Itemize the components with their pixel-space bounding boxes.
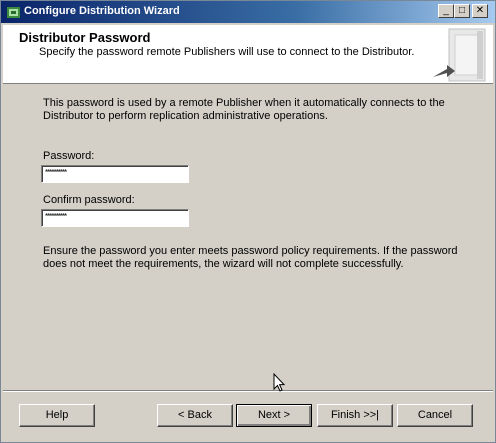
wizard-content: This password is used by a remote Publis… — [1, 85, 495, 385]
help-button[interactable]: Help — [19, 404, 95, 427]
confirm-password-label: Confirm password: — [43, 194, 135, 206]
wizard-header: Distributor Password Specify the passwor… — [3, 25, 493, 84]
mouse-pointer-icon — [273, 373, 285, 392]
maximize-button[interactable]: □ — [454, 4, 470, 18]
back-button[interactable]: < Back — [157, 404, 233, 427]
page-subtitle: Specify the password remote Publishers w… — [39, 46, 415, 58]
wizard-app-icon — [7, 7, 20, 18]
server-icon — [433, 28, 486, 82]
cancel-button[interactable]: Cancel — [397, 404, 473, 427]
finish-button[interactable]: Finish >>| — [317, 404, 393, 427]
footer-divider — [3, 390, 493, 392]
title-bar[interactable]: Configure Distribution Wizard _ □ ✕ — [1, 1, 495, 23]
password-label: Password: — [43, 150, 95, 162]
close-button[interactable]: ✕ — [472, 4, 488, 18]
intro-text: This password is used by a remote Publis… — [43, 97, 445, 122]
window-title: Configure Distribution Wizard — [24, 5, 180, 17]
minimize-button[interactable]: _ — [438, 4, 454, 18]
next-button[interactable]: Next > — [236, 404, 312, 427]
password-field[interactable]: ********** — [41, 165, 189, 183]
page-title: Distributor Password — [19, 30, 151, 45]
confirm-password-field[interactable]: ********** — [41, 209, 189, 227]
wizard-window: Configure Distribution Wizard _ □ ✕ Dist… — [0, 0, 496, 443]
password-policy-note: Ensure the password you enter meets pass… — [43, 245, 458, 270]
